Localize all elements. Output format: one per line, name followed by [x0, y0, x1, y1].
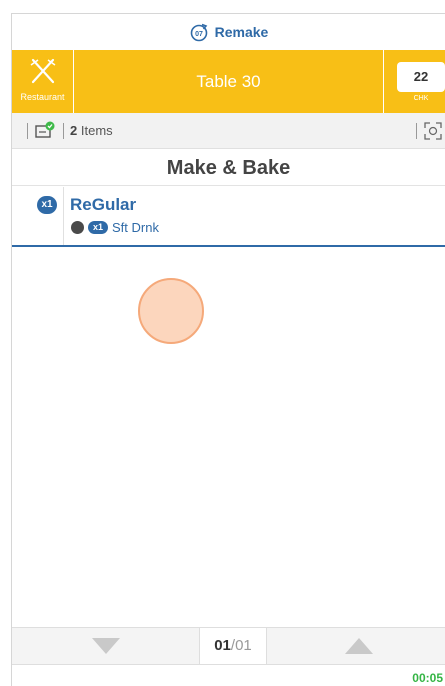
- check-label: CHK: [413, 95, 429, 102]
- elapsed-timer: 00:05: [412, 671, 443, 685]
- divider: [27, 123, 28, 139]
- remake-timer-icon: 07: [190, 23, 207, 42]
- item-count: 2 Items: [70, 123, 113, 138]
- order-item[interactable]: x1 ReGular x1 Sft Drnk: [12, 187, 445, 247]
- touch-indicator: [138, 278, 204, 344]
- check-number: 22: [397, 62, 445, 92]
- item-name: ReGular: [70, 195, 137, 214]
- modifier-qty-badge: x1: [88, 221, 108, 234]
- expand-icon[interactable]: [423, 121, 443, 141]
- item-qty-badge: x1: [37, 196, 57, 214]
- current-page: 01: [214, 637, 231, 654]
- item-count-suffix: Items: [80, 123, 113, 138]
- svg-text:07: 07: [195, 31, 203, 38]
- pager: 01/01: [12, 627, 445, 665]
- info-bar: 2 Items: [12, 113, 445, 149]
- category-tile[interactable]: Restaurant: [12, 50, 74, 113]
- modifier-bullet-icon: [71, 221, 84, 234]
- order-header: Restaurant Table 30 22 CHK: [12, 50, 445, 113]
- item-count-value: 2: [70, 123, 78, 138]
- divider: [416, 123, 417, 139]
- item-qty-column: x1: [12, 187, 64, 245]
- total-pages: 01: [235, 637, 252, 654]
- divider: [63, 123, 64, 139]
- page-down-button[interactable]: [92, 638, 120, 654]
- page-indicator: 01/01: [199, 628, 267, 664]
- check-tile[interactable]: 22 CHK: [383, 50, 445, 113]
- page-up-button[interactable]: [345, 638, 373, 654]
- category-label: Restaurant: [20, 92, 65, 102]
- remake-button[interactable]: 07 Remake: [12, 14, 445, 50]
- modifier-name: Sft Drnk: [112, 220, 159, 235]
- note-checked-icon[interactable]: [34, 121, 56, 139]
- order-card[interactable]: 07 Remake Restaurant Table 30 22 CHK 2 I…: [11, 13, 445, 686]
- item-modifier: x1 Sft Drnk: [71, 220, 159, 235]
- remake-label: Remake: [214, 24, 269, 40]
- utensils-icon: [30, 58, 55, 84]
- station-title: Make & Bake: [12, 150, 445, 186]
- table-title: Table 30: [196, 71, 261, 91]
